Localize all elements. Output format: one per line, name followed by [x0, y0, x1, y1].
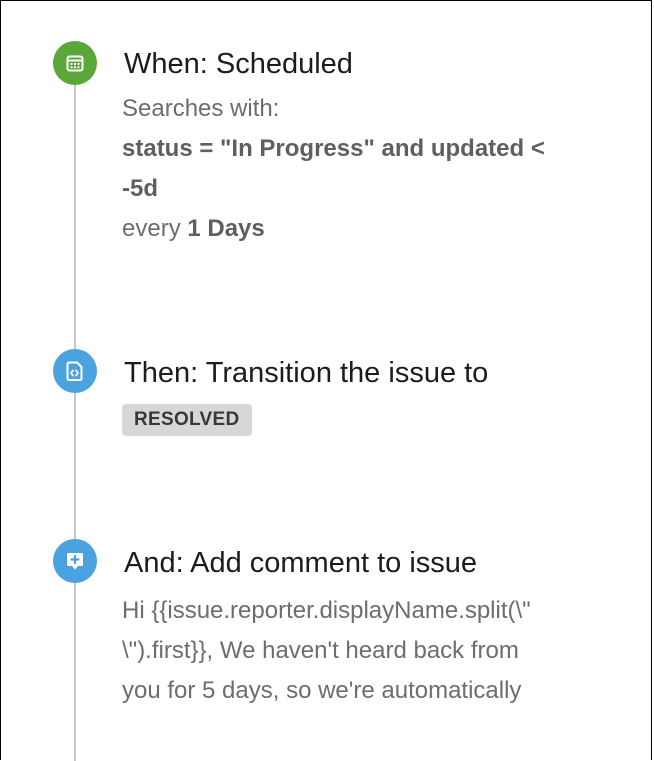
searches-label: Searches with:	[122, 95, 280, 122]
comment-line-2: \").first}}, We haven't heard back from	[122, 637, 519, 664]
rule-panel: When: Scheduled Searches with: status = …	[0, 0, 652, 761]
schedule-frequency: every 1 Days	[122, 215, 265, 242]
comment-line-1: Hi {{issue.reporter.displayName.split(\"	[122, 597, 531, 624]
calendar-icon	[53, 41, 97, 85]
trigger-title[interactable]: When: Scheduled	[124, 46, 353, 82]
comment-body[interactable]: Hi {{issue.reporter.displayName.split(\"…	[122, 591, 612, 711]
comment-title[interactable]: And: Add comment to issue	[124, 545, 477, 581]
trigger-details[interactable]: Searches with: status = "In Progress" an…	[122, 89, 612, 249]
jql-query-line-2: -5d	[122, 175, 158, 202]
transition-title[interactable]: Then: Transition the issue to	[124, 355, 488, 391]
comment-line-3: you for 5 days, so we're automatically	[122, 677, 522, 704]
status-lozenge: RESOLVED	[122, 404, 252, 436]
jql-query-line-1: status = "In Progress" and updated <	[122, 135, 545, 162]
transition-icon	[53, 349, 97, 393]
timeline-line	[74, 63, 76, 761]
add-comment-icon	[53, 539, 97, 583]
